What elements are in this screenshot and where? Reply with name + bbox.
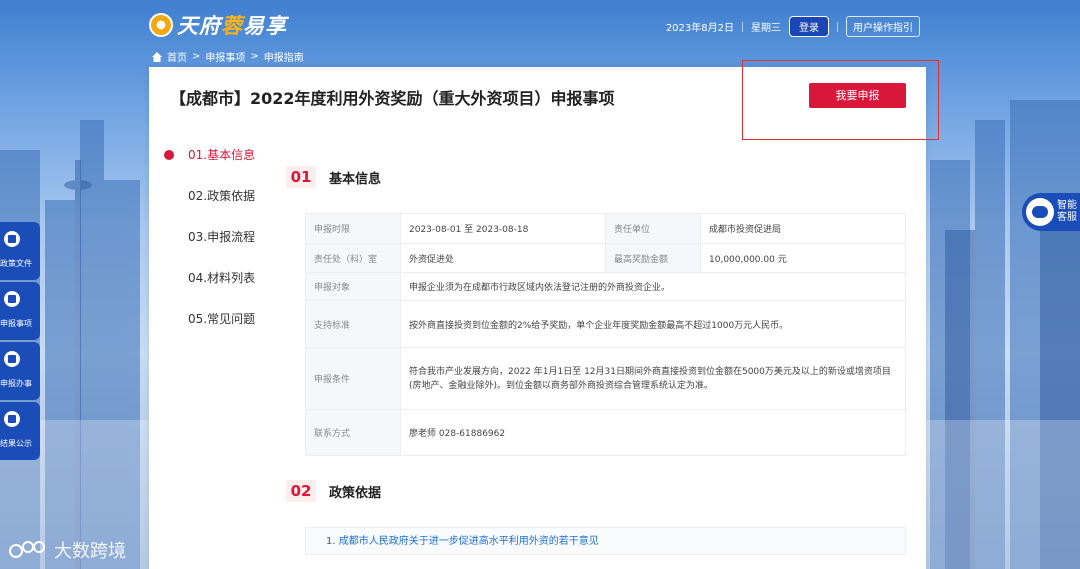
top-right-tools: 2023年8月2日 星期三 登录 用户操作指引 xyxy=(666,16,920,37)
table-row: 责任处（科）室 外资促进处 最高奖励金额 10,000,000.00 元 xyxy=(305,243,906,273)
float-label: 申报事项 xyxy=(0,319,32,328)
breadcrumb-items[interactable]: 申报事项 xyxy=(205,49,245,64)
table-row: 申报时限 2023-08-01 至 2023-08-18 责任单位 成都市投资促… xyxy=(305,213,906,244)
table-row: 支持标准 按外商直接投资到位金额的2%给予奖励，单个企业年度奖励金额最高不超过1… xyxy=(305,300,906,348)
current-weekday: 星期三 xyxy=(751,23,781,34)
cell-value: 按外商直接投资到位金额的2%给予奖励，单个企业年度奖励金额最高不超过1000万元… xyxy=(400,300,906,348)
float-item-apply-items[interactable]: 申报事项 xyxy=(0,282,40,340)
nav-item-process[interactable]: 03.申报流程 xyxy=(163,225,255,266)
nav-item-basic-info[interactable]: 01.基本信息 xyxy=(163,143,255,184)
section-nav: 01.基本信息 02.政策依据 03.申报流程 04.材料列表 05.常见问题 xyxy=(163,143,255,348)
float-item-policy-docs[interactable]: 政策文件 xyxy=(0,222,40,280)
cell-value: 符合我市产业发展方向，2022 年1月1日至 12月31日期间外商直接投资到位金… xyxy=(400,347,906,410)
section-basic-info-header: 01 基本信息 xyxy=(286,166,381,188)
breadcrumb-current: 申报指南 xyxy=(263,53,304,64)
table-row: 申报对象 申报企业须为在成都市行政区域内依法登记注册的外商投资企业。 xyxy=(305,272,906,301)
cell-label: 申报条件 xyxy=(305,347,401,410)
form-icon xyxy=(4,351,20,367)
service-label: 智能 客服 xyxy=(1057,200,1077,223)
nav-item-policy-basis[interactable]: 02.政策依据 xyxy=(163,184,255,225)
site-logo[interactable]: 天府蓉易享 xyxy=(149,10,287,40)
float-label: 政策文件 xyxy=(0,259,32,268)
table-row: 联系方式 廖老师 028-61886962 xyxy=(305,409,906,456)
nav-label: 05.常见问题 xyxy=(188,312,256,326)
breadcrumb-separator: > xyxy=(192,51,201,62)
list-icon xyxy=(4,291,20,307)
divider xyxy=(742,21,743,32)
nav-label: 04.材料列表 xyxy=(188,271,256,285)
apply-button[interactable]: 我要申报 xyxy=(809,83,906,108)
float-item-results[interactable]: 结果公示 xyxy=(0,402,40,460)
nav-item-faq[interactable]: 05.常见问题 xyxy=(163,307,255,348)
policy-list: 1. 成都市人民政府关于进一步促进高水平利用外资的若干意见 xyxy=(305,527,906,555)
main-card: 【成都市】2022年度利用外资奖励（重大外资项目）申报事项 我要申报 01.基本… xyxy=(149,60,939,569)
section-title: 政策依据 xyxy=(329,485,382,501)
policy-link[interactable]: 成都市人民政府关于进一步促进高水平利用外资的若干意见 xyxy=(339,536,599,547)
cell-label: 申报对象 xyxy=(305,272,401,301)
document-icon xyxy=(4,231,20,247)
cell-label: 责任处（科）室 xyxy=(305,243,401,273)
cell-label: 支持标准 xyxy=(305,300,401,348)
current-date: 2023年8月2日 xyxy=(665,23,734,34)
section-number: 02 xyxy=(286,480,316,502)
active-dot-icon xyxy=(164,150,174,160)
cell-label: 最高奖励金额 xyxy=(605,243,701,273)
breadcrumb-home[interactable]: 首页 xyxy=(167,49,187,64)
cell-value: 2023-08-01 至 2023-08-18 xyxy=(400,213,606,244)
nav-label: 03.申报流程 xyxy=(188,230,256,244)
cell-value: 申报企业须为在成都市行政区域内依法登记注册的外商投资企业。 xyxy=(400,272,906,301)
login-button[interactable]: 登录 xyxy=(789,16,829,37)
breadcrumb: 首页 > 申报事项 > 申报指南 xyxy=(152,49,304,64)
cell-label: 责任单位 xyxy=(605,213,701,244)
logo-text: 天府蓉易享 xyxy=(177,14,287,38)
float-label: 申报办事 xyxy=(0,379,32,388)
divider xyxy=(837,21,838,32)
nav-label: 02.政策依据 xyxy=(188,189,256,203)
nav-item-materials[interactable]: 04.材料列表 xyxy=(163,266,255,307)
watermark-text: 大数跨境 xyxy=(54,541,126,562)
smart-service-button[interactable]: 智能 客服 xyxy=(1022,193,1080,231)
announcement-icon xyxy=(4,411,20,427)
home-icon xyxy=(152,51,162,62)
logo-icon xyxy=(149,13,173,37)
cell-value: 成都市投资促进局 xyxy=(700,213,906,244)
section-title: 基本信息 xyxy=(329,171,382,187)
basic-info-table: 申报时限 2023-08-01 至 2023-08-18 责任单位 成都市投资促… xyxy=(305,213,906,456)
cell-value: 廖老师 028-61886962 xyxy=(400,409,906,456)
float-label: 结果公示 xyxy=(0,439,32,448)
page-title: 【成都市】2022年度利用外资奖励（重大外资项目）申报事项 xyxy=(170,89,615,108)
policy-index: 1. xyxy=(326,536,336,547)
nav-label: 01.基本信息 xyxy=(188,148,256,162)
cell-value: 外资促进处 xyxy=(400,243,606,273)
float-item-apply-service[interactable]: 申报办事 xyxy=(0,342,40,400)
table-row: 申报条件 符合我市产业发展方向，2022 年1月1日至 12月31日期间外商直接… xyxy=(305,347,906,410)
cell-label: 申报时限 xyxy=(305,213,401,244)
watermark-logo-icon xyxy=(9,541,45,558)
cell-value: 10,000,000.00 元 xyxy=(700,243,906,273)
user-guide-button[interactable]: 用户操作指引 xyxy=(846,16,920,37)
chat-bot-icon xyxy=(1026,198,1054,226)
section-number: 01 xyxy=(286,166,316,188)
top-bar: 天府蓉易享 2023年8月2日 星期三 登录 用户操作指引 xyxy=(0,0,1080,46)
watermark: 大数跨境 xyxy=(8,537,126,563)
section-policy-header: 02 政策依据 xyxy=(286,480,381,502)
breadcrumb-separator: > xyxy=(250,51,259,62)
cell-label: 联系方式 xyxy=(305,409,401,456)
left-float-menu: 政策文件 申报事项 申报办事 结果公示 xyxy=(0,222,40,462)
